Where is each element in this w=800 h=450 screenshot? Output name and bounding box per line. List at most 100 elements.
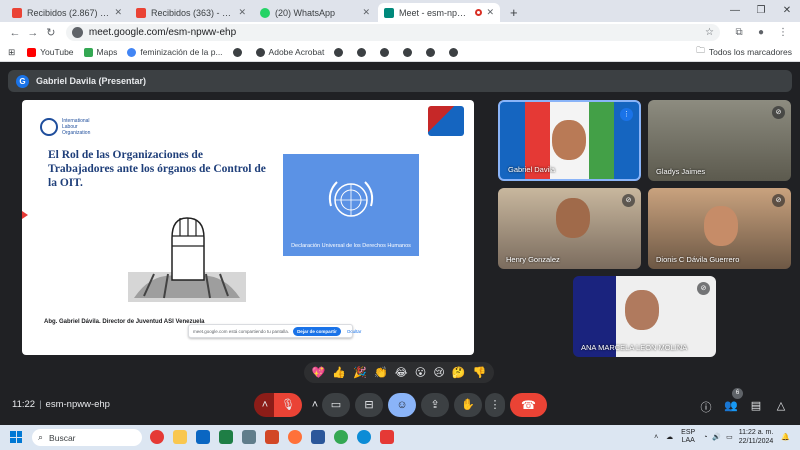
heart-reaction-button[interactable]: 💖 (312, 366, 326, 379)
chat-icon[interactable]: ▤ (748, 399, 764, 412)
file-explorer-icon[interactable] (173, 430, 187, 444)
camera-app-icon[interactable] (242, 430, 256, 444)
tab-meet[interactable]: Meet - esm-npww-ehp ✕ (378, 3, 500, 22)
bookmark-globe[interactable] (449, 47, 462, 57)
close-tab-icon[interactable]: ✕ (362, 7, 370, 18)
extensions-icon[interactable]: ⧉ (728, 27, 750, 38)
participant-name: Gladys Jaimes (656, 167, 706, 176)
tab-gmail-2[interactable]: Recibidos (363) - centralsindicat ✕ (130, 3, 252, 22)
hide-share-notice-button[interactable]: Ocultar (347, 329, 362, 334)
bookmark-maps[interactable]: Maps (83, 47, 117, 57)
laugh-reaction-button[interactable]: 😂 (395, 366, 408, 379)
restore-icon[interactable]: ❐ (748, 0, 774, 22)
bookmark-youtube[interactable]: YouTube (27, 47, 74, 57)
bookmark-globe[interactable] (357, 47, 370, 57)
forward-icon[interactable]: → (24, 27, 42, 39)
apps-icon[interactable]: ⊞ (8, 47, 15, 58)
captions-button[interactable]: ⊟ (355, 393, 383, 417)
meeting-details-icon[interactable]: ⓘ (698, 399, 714, 415)
slide-title: El Rol de las Organizaciones de Trabajad… (48, 149, 266, 189)
participant-tile[interactable]: ⊘ ANA MARCELA LEON MOLINA (573, 276, 716, 357)
pointer-marker (22, 211, 28, 219)
edge-icon[interactable] (357, 430, 371, 444)
language-indicator[interactable]: ESP LAA (681, 429, 695, 445)
profile-avatar[interactable]: ● (750, 27, 772, 38)
powerpoint-icon[interactable] (265, 430, 279, 444)
bookmark-globe[interactable] (380, 47, 393, 57)
close-window-icon[interactable]: ✕ (774, 0, 800, 22)
close-tab-icon[interactable]: ✕ (238, 7, 246, 18)
participant-tile[interactable]: ⊘ Gladys Jaimes (648, 100, 791, 181)
windows-taskbar: ⌕ Buscar ˄ ☁ ESP LAA ◔ 🔊 ▭ 11:22 a. m. 22/… (0, 425, 800, 450)
audio-options-button[interactable]: ˄ (254, 393, 276, 417)
clap-reaction-button[interactable]: 👏 (374, 366, 388, 379)
leave-call-button[interactable]: ☎ (510, 393, 547, 417)
meeting-code: esm-npww-ehp (45, 399, 110, 410)
reactions-button[interactable]: ☺ (388, 393, 416, 417)
bookmark-globe[interactable] (403, 47, 416, 57)
reload-icon[interactable]: ↻ (42, 26, 60, 39)
party-reaction-button[interactable]: 🎉 (353, 366, 367, 379)
bookmark-globe[interactable] (232, 47, 246, 57)
raise-hand-button[interactable]: ✋ (454, 393, 482, 417)
meeting-controls: 11:22 | esm-npww-ehp ˄ 🎙 ˄ ▭ ⊟ ☺ ⇪ ✋ ⋮ ☎ ⓘ… (0, 388, 800, 422)
address-bar[interactable]: meet.google.com/esm-npww-ehp ☆ (65, 24, 721, 41)
bookmark-globe[interactable] (334, 47, 347, 57)
tab-strip: Recibidos (2.867) - marcelm03@ ✕ Recibid… (0, 0, 800, 22)
stop-sharing-button[interactable]: Dejar de compartir (293, 326, 341, 336)
notification-bell-icon[interactable]: 🔔 (781, 433, 790, 441)
tray-expand-icon[interactable]: ˄ (654, 434, 658, 441)
participant-tile[interactable]: ⋮ Gabriel Davila (498, 100, 641, 181)
bookmark-adobe[interactable]: Adobe Acrobat (255, 47, 324, 57)
bookmark-globe[interactable] (426, 47, 439, 57)
cloud-icon[interactable]: ☁ (666, 433, 673, 441)
mic-toggle-button[interactable]: 🎙 (274, 393, 302, 417)
people-icon[interactable]: 👥 (723, 399, 739, 412)
thumbs-down-reaction-button[interactable]: 👎 (473, 366, 487, 379)
volume-icon[interactable]: 🔊 (712, 433, 721, 441)
chrome-icon[interactable] (334, 430, 348, 444)
battery-icon[interactable]: ▭ (726, 433, 733, 441)
menu-icon[interactable]: ⋮ (772, 27, 794, 38)
wifi-icon[interactable]: ◔ (703, 434, 707, 441)
firefox-icon[interactable] (288, 430, 302, 444)
surprised-reaction-button[interactable]: 😮 (415, 366, 426, 379)
separator: | (39, 399, 42, 410)
activities-icon[interactable]: △ (773, 399, 789, 412)
ilo-logo-text: International Labour Organization (62, 118, 91, 136)
windows-start-icon[interactable] (10, 431, 22, 443)
all-bookmarks[interactable]: 🗀 Todos los marcadores (696, 45, 792, 59)
bookmark-google[interactable]: feminización de la p... (127, 47, 223, 57)
search-placeholder: Buscar (49, 432, 76, 443)
participant-tile[interactable]: ⊘ Henry Gonzalez (498, 188, 641, 269)
whatsapp-icon (260, 7, 270, 18)
browser-toolbar: ← → ↻ meet.google.com/esm-npww-ehp ☆ ⧉ ●… (0, 22, 800, 43)
sad-reaction-button[interactable]: 😢 (433, 366, 444, 379)
tab-whatsapp[interactable]: (20) WhatsApp ✕ (254, 3, 376, 22)
globe-icon (403, 47, 413, 57)
close-tab-icon[interactable]: ✕ (486, 7, 494, 18)
more-options-button[interactable]: ⋮ (485, 393, 505, 417)
opera-icon[interactable] (150, 430, 164, 444)
wps-icon[interactable] (380, 430, 394, 444)
bookmark-star-icon[interactable]: ☆ (705, 27, 714, 38)
new-tab-button[interactable]: + (502, 3, 526, 22)
camera-toggle-button[interactable]: ▭ (322, 393, 350, 417)
thinking-reaction-button[interactable]: 🤔 (452, 366, 466, 379)
outlook-icon[interactable] (196, 430, 210, 444)
site-info-icon[interactable] (71, 27, 83, 38)
thumbs-up-reaction-button[interactable]: 👍 (332, 366, 346, 379)
word-icon[interactable] (311, 430, 325, 444)
excel-icon[interactable] (219, 430, 233, 444)
taskbar-search[interactable]: ⌕ Buscar (32, 429, 142, 446)
back-icon[interactable]: ← (6, 27, 24, 39)
taskbar-clock[interactable]: 11:22 a. m. 22/11/2024 (739, 428, 774, 446)
participant-name: Henry Gonzalez (506, 255, 560, 264)
youtube-icon (27, 47, 37, 57)
participant-tile[interactable]: ⊘ Dionis C Dávila Guerrero (648, 188, 791, 269)
minimize-icon[interactable]: — (722, 0, 748, 22)
close-tab-icon[interactable]: ✕ (114, 7, 122, 18)
present-button[interactable]: ⇪ (421, 393, 449, 417)
tab-gmail-1[interactable]: Recibidos (2.867) - marcelm03@ ✕ (6, 3, 128, 22)
participant-video (625, 290, 659, 330)
